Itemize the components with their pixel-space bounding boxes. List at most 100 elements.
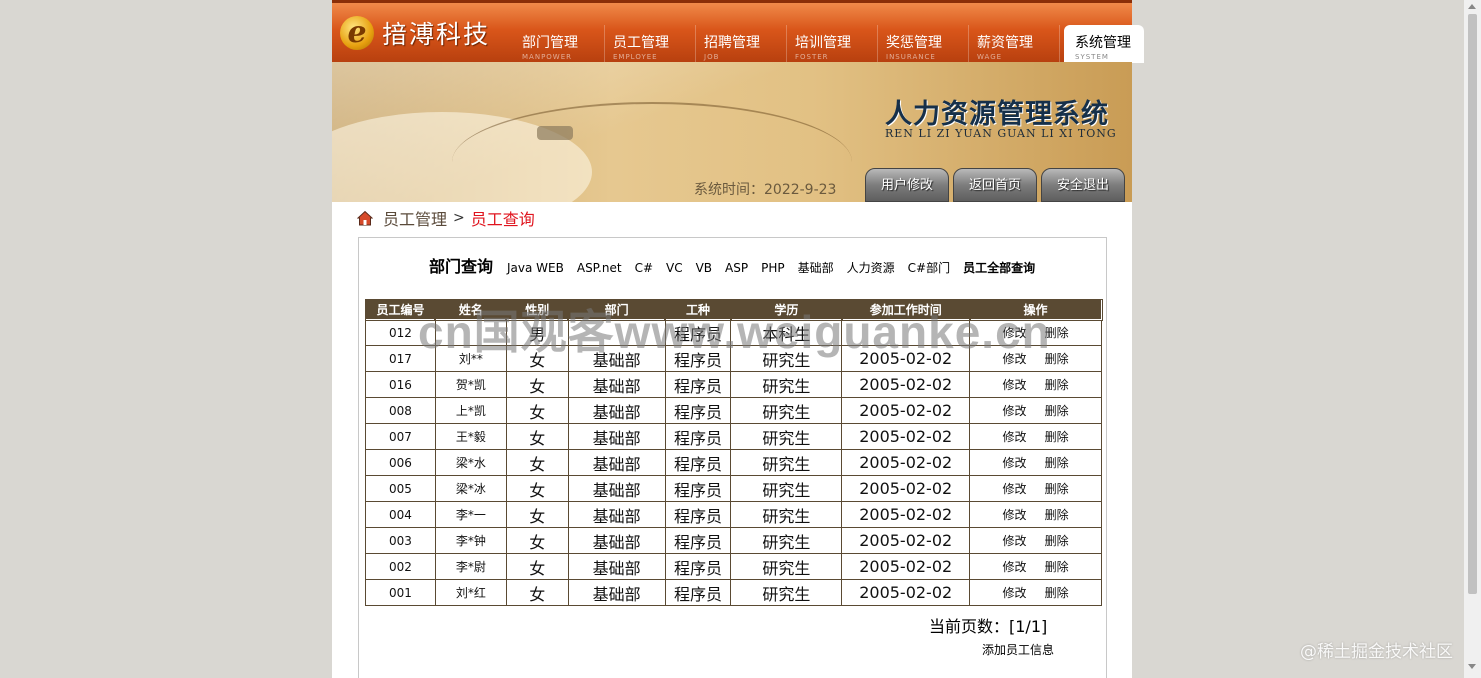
cell-edu: 研究生 — [730, 553, 843, 580]
edit-link[interactable]: 修改 — [1003, 404, 1027, 418]
scroll-down-arrow-icon[interactable] — [1468, 664, 1476, 669]
scrollbar[interactable] — [1464, 0, 1481, 678]
cell-name: 梁*冰 — [434, 475, 507, 502]
cell-actions: 修改 删除 — [969, 501, 1102, 528]
department-link[interactable]: Java WEB — [507, 261, 564, 275]
cell-dept: 基础部 — [567, 423, 666, 450]
cell-job: 程序员 — [664, 553, 732, 580]
nav-item-5[interactable]: 薪资管理 WAGE — [969, 25, 1060, 63]
scroll-thumb[interactable] — [1468, 14, 1477, 594]
edit-link[interactable]: 修改 — [1003, 378, 1027, 392]
edit-link[interactable]: 修改 — [1003, 534, 1027, 548]
nav-item-0[interactable]: 部门管理 MANPOWER — [514, 25, 605, 63]
table-row: 002 李*尉女基础部 程序员 研究生 2005-02-02 修改 删除 — [365, 553, 1102, 580]
cell-id: 003 — [365, 527, 436, 554]
delete-link[interactable]: 删除 — [1045, 560, 1069, 574]
nav-item-3[interactable]: 培训管理 FOSTER — [787, 25, 878, 63]
cell-job: 程序员 — [664, 371, 732, 398]
delete-link[interactable]: 删除 — [1045, 534, 1069, 548]
delete-link[interactable]: 删除 — [1045, 508, 1069, 522]
cell-dept: 基础部 — [567, 449, 666, 476]
logo-mark: e — [340, 16, 374, 50]
nav-item-sublabel: MANPOWER — [522, 53, 573, 61]
cell-sex: 女 — [505, 579, 569, 606]
delete-link[interactable]: 删除 — [1045, 456, 1069, 470]
edit-link[interactable]: 修改 — [1003, 430, 1027, 444]
nav-item-sublabel: WAGE — [977, 53, 1003, 61]
cell-edu: 研究生 — [730, 371, 843, 398]
cell-sex: 女 — [505, 553, 569, 580]
nav-item-label: 薪资管理 — [977, 35, 1033, 51]
edit-link[interactable]: 修改 — [1003, 482, 1027, 496]
cell-name: 王*毅 — [434, 423, 507, 450]
cell-actions: 修改 删除 — [969, 553, 1102, 580]
cell-edu: 研究生 — [730, 397, 843, 424]
table-body: 012 男程序员 本科生 修改 删除 017 刘** 女基础部 程序员 研究生 2005-02-02… — [365, 319, 1102, 606]
cell-name: 李*一 — [434, 501, 507, 528]
nav-item-label: 系统管理 — [1075, 35, 1131, 51]
cell-date: 2005-02-02 — [841, 501, 971, 528]
delete-link[interactable]: 删除 — [1045, 586, 1069, 600]
table-row: 006 梁*水女基础部 程序员 研究生 2005-02-02 修改 删除 — [365, 449, 1102, 476]
nav-item-sublabel: INSURANCE — [886, 53, 936, 61]
cell-sex: 女 — [505, 527, 569, 554]
cell-id: 005 — [365, 475, 436, 502]
department-link[interactable]: C# — [635, 261, 653, 275]
cell-dept: 基础部 — [567, 553, 666, 580]
cell-job: 程序员 — [664, 475, 732, 502]
cell-actions: 修改 删除 — [969, 423, 1102, 450]
system-title: 人力资源管理系统 — [885, 99, 1109, 130]
cell-name: 李*钟 — [434, 527, 507, 554]
scroll-up-arrow-icon[interactable] — [1468, 4, 1476, 9]
cell-sex: 女 — [505, 475, 569, 502]
nav-item-1[interactable]: 员工管理 EMPLOYEE — [605, 25, 696, 63]
cell-id: 004 — [365, 501, 436, 528]
department-link[interactable]: ASP.net — [577, 261, 622, 275]
nav-item-label: 招聘管理 — [704, 35, 760, 51]
cell-job: 程序员 — [664, 423, 732, 450]
cell-edu: 研究生 — [730, 423, 843, 450]
logout-button[interactable]: 安全退出 — [1041, 168, 1125, 202]
department-link[interactable]: C#部门 — [908, 259, 950, 276]
department-link[interactable]: 人力资源 — [847, 259, 895, 276]
user-edit-button[interactable]: 用户修改 — [865, 168, 949, 202]
nav-item-sublabel: FOSTER — [795, 53, 829, 61]
department-link[interactable]: VB — [696, 261, 712, 275]
cell-sex: 女 — [505, 397, 569, 424]
delete-link[interactable]: 删除 — [1045, 482, 1069, 496]
department-filter-label: 部门查询 — [429, 257, 494, 276]
cell-sex: 女 — [505, 423, 569, 450]
cell-dept: 基础部 — [567, 527, 666, 554]
breadcrumb-parent[interactable]: 员工管理 — [383, 206, 447, 230]
delete-link[interactable]: 删除 — [1045, 430, 1069, 444]
department-link[interactable]: PHP — [761, 261, 785, 275]
department-link[interactable]: ASP — [725, 261, 748, 275]
delete-link[interactable]: 删除 — [1045, 404, 1069, 418]
add-employee-link[interactable]: 添加员工信息 — [982, 641, 1054, 658]
edit-link[interactable]: 修改 — [1003, 508, 1027, 522]
cell-edu: 研究生 — [730, 475, 843, 502]
delete-link[interactable]: 删除 — [1045, 378, 1069, 392]
nav-item-4[interactable]: 奖惩管理 INSURANCE — [878, 25, 969, 63]
nav-item-2[interactable]: 招聘管理 JOB — [696, 25, 787, 63]
nav-item-6[interactable]: 系统管理 SYSTEM — [1064, 25, 1144, 63]
department-link[interactable]: VC — [666, 261, 683, 275]
all-employees-link[interactable]: 员工全部查询 — [963, 259, 1035, 276]
table-row: 008 上*凯女基础部 程序员 研究生 2005-02-02 修改 删除 — [365, 397, 1102, 424]
breadcrumb-separator: > — [453, 210, 465, 226]
overlay-watermark: @稀土掘金技术社区 — [1300, 642, 1453, 662]
cell-job: 程序员 — [664, 449, 732, 476]
nav-item-sublabel: SYSTEM — [1075, 53, 1109, 61]
cell-edu: 研究生 — [730, 579, 843, 606]
nav-item-sublabel: JOB — [704, 53, 720, 61]
department-link[interactable]: 基础部 — [798, 259, 834, 276]
pagination: 当前页数：[1/1] — [929, 617, 1048, 636]
edit-link[interactable]: 修改 — [1003, 560, 1027, 574]
nav-item-label: 培训管理 — [795, 35, 851, 51]
edit-link[interactable]: 修改 — [1003, 456, 1027, 470]
home-button[interactable]: 返回首页 — [953, 168, 1037, 202]
system-time: 系统时间：2022-9-23 — [694, 182, 837, 198]
nav-item-label: 员工管理 — [613, 35, 669, 51]
edit-link[interactable]: 修改 — [1003, 586, 1027, 600]
nav-item-sublabel: EMPLOYEE — [613, 53, 658, 61]
